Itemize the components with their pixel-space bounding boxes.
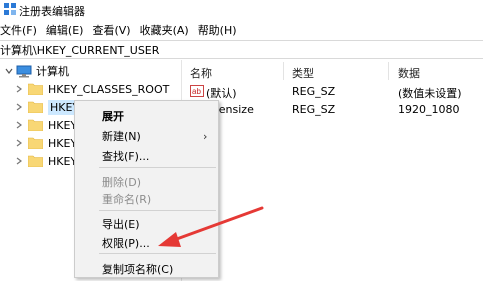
tree-item[interactable]: HKEY_ [14,116,83,134]
chevron-right-icon[interactable] [14,102,24,112]
menu-divider [99,210,216,211]
context-menu: 展开 新建(N) › 查找(F)... 删除(D) 重命名(R) 导出(E) 权… [74,100,219,278]
folder-icon [27,137,44,150]
table-row-data: (数值未设置) [398,87,462,100]
window-title: 注册表编辑器 [19,5,85,18]
column-divider[interactable] [283,62,284,80]
table-row-name[interactable]: (默认) [206,85,237,101]
menu-view[interactable]: 查看(V) [92,22,130,38]
menu-file[interactable]: 文件(F) [0,22,37,38]
tree-item-label: HKEY_CLASSES_ROOT [48,82,170,96]
folder-icon [27,83,44,96]
folder-icon [27,119,44,132]
menu-item-expand[interactable]: 展开 [102,108,124,124]
column-divider[interactable] [388,62,389,80]
menu-item-rename: 重命名(R) [102,193,152,206]
tree-root-computer[interactable]: 计算机 [4,62,69,80]
menu-divider [99,167,216,168]
menu-favorites[interactable]: 收藏夹(A) [140,22,189,38]
menu-item-new[interactable]: 新建(N) [102,128,141,144]
menu-bar: 文件(F) 编辑(E) 查看(V) 收藏夹(A) 帮助(H) [0,21,483,39]
table-row-type: REG_SZ [292,85,336,98]
menu-item-export[interactable]: 导出(E) [102,216,140,232]
column-header-type[interactable]: 类型 [292,65,314,81]
chevron-right-icon: › [203,130,208,143]
values-list: 名称 类型 数据 ab (默认) REG_SZ (数值未设置) eensize … [186,60,483,281]
tree-item[interactable]: HKEY_ [14,152,83,170]
chevron-right-icon[interactable] [14,138,24,148]
tree-item[interactable]: HKEY_ [14,134,83,152]
folder-icon [27,155,44,168]
chevron-right-icon[interactable] [14,84,24,94]
address-path[interactable]: 计算机\HKEY_CURRENT_USER [0,42,159,58]
column-header-name[interactable]: 名称 [190,65,212,81]
folder-icon [27,101,44,114]
title-bar: 注册表编辑器 [0,0,483,20]
menu-item-permissions[interactable]: 权限(P)... [102,235,150,251]
ab-value-icon: ab [190,85,204,97]
tree-root-label: 计算机 [36,65,69,78]
column-header-data[interactable]: 数据 [398,65,420,81]
chevron-down-icon[interactable] [4,66,14,76]
address-bar[interactable]: 计算机\HKEY_CURRENT_USER [0,40,483,59]
menu-item-copy-key-name[interactable]: 复制项名称(C) [102,261,173,277]
svg-text:ab: ab [192,87,201,96]
computer-icon [16,65,32,78]
menu-edit[interactable]: 编辑(E) [46,22,84,38]
menu-divider [99,253,216,254]
menu-item-delete: 删除(D) [102,176,142,189]
chevron-right-icon[interactable] [14,120,24,130]
table-row-data: 1920_1080 [398,103,460,116]
menu-help[interactable]: 帮助(H) [198,22,237,38]
table-row-type: REG_SZ [292,103,336,116]
chevron-right-icon[interactable] [14,156,24,166]
tree-item[interactable]: HKEY_CLASSES_ROOT [14,80,169,98]
menu-item-find[interactable]: 查找(F)... [102,148,149,164]
regedit-icon [3,2,17,16]
